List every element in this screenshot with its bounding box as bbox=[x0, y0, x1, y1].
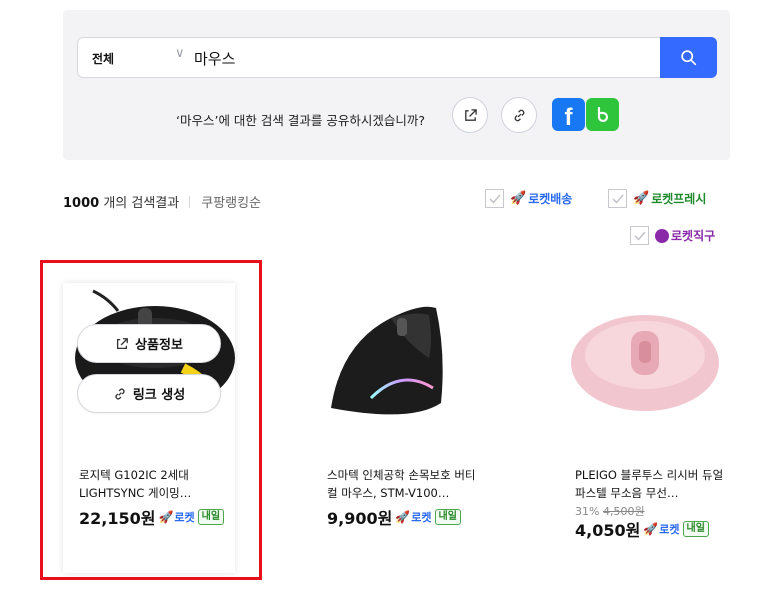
category-select[interactable]: 전체 bbox=[92, 50, 114, 67]
product-price: 9,900원 bbox=[327, 509, 393, 528]
price-row: 4,050원 🚀 로켓 내일 bbox=[575, 517, 709, 541]
checkbox[interactable] bbox=[608, 189, 627, 208]
rocket-badge: 🚀 로켓 bbox=[158, 509, 194, 525]
product-price: 22,150원 bbox=[79, 509, 156, 528]
create-link-button[interactable]: 링크 생성 bbox=[77, 374, 221, 413]
product-title[interactable]: 로지텍 G102IC 2세대 LIGHTSYNC 게이밍… bbox=[79, 466, 229, 502]
check-icon bbox=[611, 193, 624, 204]
rocket-icon: 🚀 bbox=[395, 510, 411, 524]
sort-option[interactable]: 쿠팡랭킹순 bbox=[201, 196, 261, 211]
price-row: 9,900원 🚀 로켓 내일 bbox=[327, 505, 461, 529]
product-card[interactable]: 상품정보 링크 생성 로지텍 G102IC 2세대 LIGHTSYNC 게이밍…… bbox=[63, 283, 235, 573]
product-image[interactable] bbox=[311, 283, 483, 438]
share-external-button[interactable] bbox=[452, 97, 488, 133]
link-icon bbox=[514, 109, 524, 121]
copy-link-button[interactable] bbox=[501, 97, 537, 133]
rocket-badge: 🚀 로켓 bbox=[643, 521, 679, 537]
product-price: 4,050원 bbox=[575, 521, 641, 540]
search-bar: 전체 ∨ bbox=[77, 37, 717, 78]
facebook-icon: f bbox=[564, 103, 573, 131]
product-title[interactable]: PLEIGO 블루투스 리시버 듀얼 파스텔 무소음 무선… bbox=[575, 466, 725, 502]
result-count: 1000 bbox=[63, 196, 100, 211]
search-button[interactable] bbox=[660, 37, 717, 78]
delivery-badge: 내일 bbox=[197, 509, 225, 525]
filter-label: 로켓배송 bbox=[528, 192, 573, 206]
check-icon bbox=[633, 230, 646, 241]
band-share-button[interactable] bbox=[586, 98, 619, 131]
share-prompt: ‘마우스’에 대한 검색 결과를 공유하시겠습니까? bbox=[176, 113, 425, 128]
product-title[interactable]: 스마텍 인체공학 손목보호 버티컬 마우스, STM-V100… bbox=[327, 466, 477, 502]
check-icon bbox=[488, 193, 501, 204]
facebook-share-button[interactable]: f bbox=[552, 98, 585, 131]
product-info-button[interactable]: 상품정보 bbox=[77, 324, 221, 363]
rocket-direct-icon bbox=[655, 228, 669, 243]
product-info-label: 상품정보 bbox=[135, 338, 183, 353]
delivery-badge: 내일 bbox=[682, 521, 709, 537]
product-card[interactable]: 스마텍 인체공학 손목보호 버티컬 마우스, STM-V100… 9,900원 … bbox=[311, 283, 483, 573]
filter-label: 로켓프레시 bbox=[651, 192, 707, 206]
checkbox[interactable] bbox=[630, 226, 649, 245]
external-link-icon bbox=[464, 108, 477, 121]
result-summary: 1000 개의 검색결과 쿠팡랭킹순 bbox=[63, 192, 261, 211]
link-icon bbox=[115, 388, 125, 399]
divider bbox=[189, 196, 191, 208]
rocket-icon: 🚀 bbox=[510, 191, 527, 206]
rocket-icon: 🚀 bbox=[158, 510, 174, 524]
filter-rocket-direct[interactable]: 로켓직구 bbox=[630, 226, 715, 245]
product-image[interactable] bbox=[559, 283, 731, 438]
rocket-badge: 🚀 로켓 bbox=[395, 509, 431, 525]
filter-rocket-fresh[interactable]: 🚀 로켓프레시 bbox=[608, 189, 706, 208]
checkbox[interactable] bbox=[485, 189, 504, 208]
filter-rocket-delivery[interactable]: 🚀 로켓배송 bbox=[485, 189, 572, 208]
rocket-label: 로켓 bbox=[411, 511, 432, 524]
external-link-icon bbox=[117, 337, 128, 349]
result-count-suffix: 개의 검색결과 bbox=[103, 196, 180, 211]
rocket-icon: 🚀 bbox=[643, 522, 659, 536]
band-icon bbox=[597, 106, 608, 122]
product-card[interactable]: PLEIGO 블루투스 리시버 듀얼 파스텔 무소음 무선… 31% 4,500… bbox=[559, 283, 731, 573]
create-link-label: 링크 생성 bbox=[132, 388, 186, 403]
price-row: 22,150원 🚀 로켓 내일 bbox=[79, 505, 225, 529]
rocket-label: 로켓 bbox=[659, 523, 680, 536]
filter-label: 로켓직구 bbox=[671, 229, 716, 243]
search-input[interactable] bbox=[194, 45, 654, 71]
search-panel: 전체 ∨ ‘마우스’에 대한 검색 결과를 공유하시겠습니까? f bbox=[63, 10, 730, 160]
search-icon bbox=[681, 50, 697, 66]
rocket-label: 로켓 bbox=[174, 511, 195, 524]
chevron-down-icon[interactable]: ∨ bbox=[175, 46, 185, 61]
rocket-fresh-icon: 🚀 bbox=[633, 191, 650, 206]
delivery-badge: 내일 bbox=[434, 509, 461, 525]
